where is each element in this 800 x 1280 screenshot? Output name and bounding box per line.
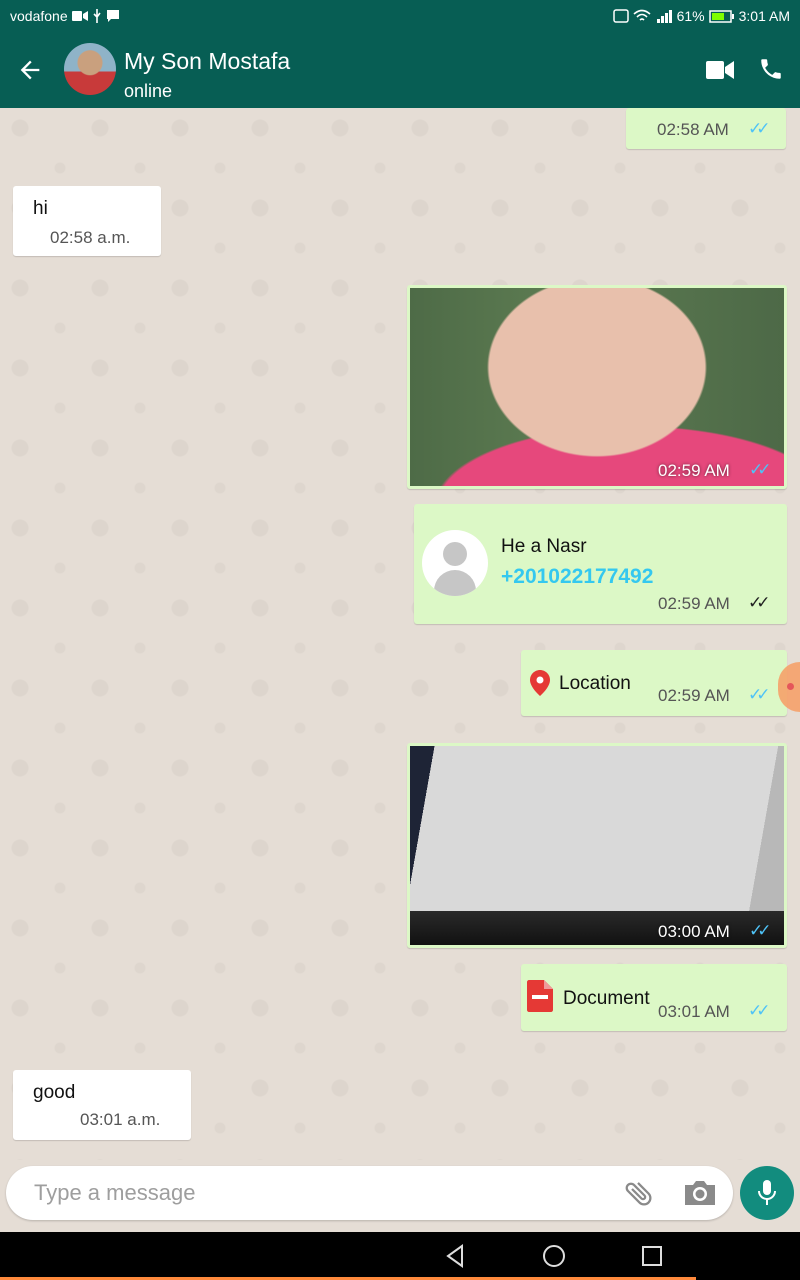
- read-ticks-icon: ✓✓: [749, 460, 771, 479]
- pdf-file-icon: [527, 980, 553, 1012]
- home-circle-icon[interactable]: [540, 1242, 568, 1270]
- person-head-icon: [443, 542, 467, 566]
- paperclip-icon[interactable]: [622, 1176, 656, 1210]
- contact-avatar[interactable]: [64, 43, 116, 95]
- wifi-icon: [633, 9, 651, 21]
- message-image[interactable]: 02:59 AM ✓✓: [407, 285, 787, 489]
- battery-icon: [708, 9, 734, 23]
- clock: 3:01 AM: [738, 8, 790, 24]
- status-bar: vodafone 61% 3:01 AM: [0, 0, 800, 32]
- microphone-button[interactable]: [740, 1166, 794, 1220]
- read-ticks-icon: ✓✓: [748, 685, 770, 704]
- read-ticks-icon: ✓✓: [748, 1001, 770, 1020]
- battery-level: 61%: [676, 8, 705, 24]
- read-ticks-icon: ✓✓: [748, 119, 770, 138]
- chat-header: My Son Mostafa online: [0, 32, 800, 108]
- video-notification-icon: [71, 11, 88, 21]
- contact-card-avatar: [422, 530, 488, 596]
- message-time: 02:58 a.m.: [50, 228, 131, 247]
- image-thumbnail[interactable]: [410, 288, 784, 486]
- message-time: 03:00 AM: [658, 922, 730, 941]
- message-input[interactable]: [34, 1178, 594, 1208]
- message-contact-card[interactable]: He a Nasr +201022177492 02:59 AM ✓✓: [414, 504, 787, 624]
- system-navigation-bar: [0, 1232, 800, 1280]
- contact-status: online: [124, 81, 173, 101]
- usb-icon: [93, 9, 101, 23]
- message-location[interactable]: Location 02:59 AM ✓✓: [521, 650, 787, 716]
- message-incoming[interactable]: good 03:01 a.m.: [13, 1070, 191, 1140]
- person-body-icon: [434, 570, 476, 596]
- carrier-name: vodafone: [10, 8, 68, 24]
- back-triangle-icon[interactable]: [442, 1242, 470, 1270]
- microphone-icon: [758, 1180, 776, 1205]
- message-incoming[interactable]: hi 02:58 a.m.: [13, 186, 161, 256]
- recents-square-icon[interactable]: [638, 1242, 666, 1270]
- message-document[interactable]: Document 03:01 AM ✓✓: [521, 964, 787, 1031]
- shared-contact-name: He a Nasr: [501, 536, 587, 557]
- signal-icon: [656, 10, 672, 23]
- status-bar-right: 61% 3:01 AM: [612, 8, 790, 24]
- message-notification-icon: [106, 10, 119, 22]
- message-outgoing[interactable]: 02:58 AM ✓✓: [626, 108, 786, 149]
- camera-icon[interactable]: [682, 1178, 718, 1208]
- status-bar-left: vodafone: [10, 8, 120, 24]
- chat-history[interactable]: 02:58 AM ✓✓ hi 02:58 a.m. 02:59 AM ✓✓ He…: [0, 108, 800, 1160]
- message-text: hi: [33, 198, 48, 219]
- message-time: 02:58 AM: [657, 120, 729, 139]
- phone-call-icon[interactable]: [758, 56, 784, 82]
- message-time: 02:59 AM: [658, 594, 730, 613]
- location-pin-icon: [530, 670, 550, 696]
- shared-contact-phone[interactable]: +201022177492: [501, 565, 653, 589]
- image-thumbnail[interactable]: [410, 746, 784, 945]
- nfc-icon: [612, 9, 629, 23]
- back-arrow-icon[interactable]: [16, 56, 44, 84]
- message-time: 02:59 AM: [658, 461, 730, 480]
- document-label: Document: [563, 988, 650, 1009]
- location-label: Location: [559, 673, 631, 694]
- read-ticks-icon: ✓✓: [749, 921, 771, 940]
- message-time: 02:59 AM: [658, 686, 730, 705]
- delivered-ticks-icon: ✓✓: [748, 593, 770, 612]
- message-time: 03:01 AM: [658, 1002, 730, 1021]
- message-image[interactable]: 03:00 AM ✓✓: [407, 743, 787, 948]
- message-time: 03:01 a.m.: [80, 1110, 161, 1129]
- message-text: good: [33, 1082, 76, 1103]
- video-call-icon[interactable]: [706, 59, 734, 81]
- contact-name[interactable]: My Son Mostafa: [124, 48, 290, 75]
- message-composer: [6, 1166, 733, 1220]
